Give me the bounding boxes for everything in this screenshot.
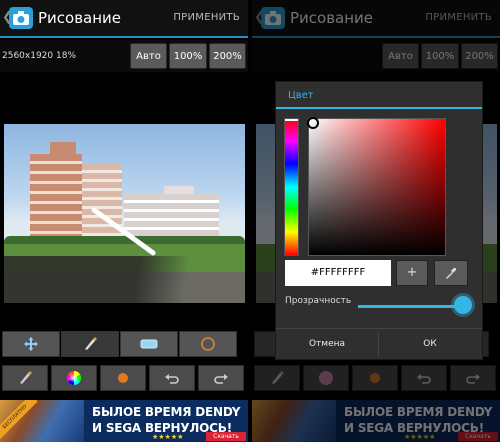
move-tool-button[interactable]	[2, 331, 60, 357]
drawing-canvas[interactable]	[4, 124, 245, 303]
dialog-title: Цвет	[288, 90, 314, 101]
action-bar: ❮ Рисование ПРИМЕНИТЬ	[0, 0, 248, 36]
color-wheel-icon	[67, 371, 81, 385]
zoom-auto-button[interactable]: Авто	[130, 43, 167, 69]
brush-size-button[interactable]	[2, 365, 48, 391]
ad-headline-1: БЫЛОЕ ВРЕМЯ DENDY	[92, 405, 241, 419]
brush-tool-button[interactable]	[61, 331, 119, 357]
dialog-title-divider	[276, 107, 482, 109]
brush-size-icon	[20, 371, 32, 384]
opacity-slider-thumb[interactable]	[454, 296, 472, 314]
eyedropper-icon	[446, 267, 457, 279]
undo-button[interactable]	[149, 365, 195, 391]
brush-icon	[85, 337, 97, 350]
hex-color-field[interactable]: #FFFFFFFF	[285, 260, 391, 286]
action-bar-divider	[0, 36, 248, 38]
photo-building	[30, 154, 82, 249]
dialog-buttons: Отмена ОК	[276, 328, 482, 360]
color-cursor[interactable]	[307, 117, 319, 129]
brush-dot-icon	[118, 373, 128, 383]
option-row	[0, 365, 248, 391]
color-picker-button[interactable]	[51, 365, 97, 391]
shape-tool-button[interactable]	[179, 331, 237, 357]
drawing-screen: ❮ Рисование ПРИМЕНИТЬ 2560x1920 18% Авто…	[0, 0, 248, 442]
tool-row	[0, 331, 248, 357]
color-dialog-screen: ❮ Рисование ПРИМЕНИТЬ Авто 100% 200%	[252, 0, 500, 442]
app-title: Рисование	[38, 9, 122, 27]
ok-button[interactable]: ОК	[379, 329, 481, 360]
brush-preview-button[interactable]	[100, 365, 146, 391]
redo-button[interactable]	[198, 365, 244, 391]
redo-icon	[214, 374, 228, 384]
photo-shadow	[4, 256, 245, 303]
add-color-button[interactable]: +	[396, 260, 428, 286]
opacity-label: Прозрачность	[285, 296, 352, 306]
apply-button[interactable]: ПРИМЕНИТЬ	[173, 12, 240, 23]
zoom-100-button[interactable]: 100%	[169, 43, 207, 69]
eraser-tool-button[interactable]	[120, 331, 178, 357]
camera-icon[interactable]	[9, 7, 33, 29]
move-icon	[24, 337, 38, 351]
ad-download-button[interactable]: Скачать	[206, 432, 246, 441]
saturation-value-picker[interactable]	[307, 117, 446, 256]
ad-rating: ★★★★★	[152, 433, 184, 441]
zoom-bar: 2560x1920 18% Авто 100% 200%	[0, 40, 248, 72]
hue-marker[interactable]	[285, 119, 298, 121]
color-dialog: Цвет #FFFFFFFF + Прозрачность Отмена ОК	[275, 81, 483, 360]
ad-banner[interactable]: БЕСПЛАТНО БЫЛОЕ ВРЕМЯ DENDY И SEGA ВЕРНУ…	[0, 400, 248, 442]
hue-slider[interactable]	[284, 118, 299, 256]
image-size-zoom-info: 2560x1920 18%	[2, 51, 76, 61]
eraser-icon	[140, 339, 158, 349]
circle-icon	[201, 337, 215, 351]
eyedropper-button[interactable]	[434, 260, 468, 286]
cancel-button[interactable]: Отмена	[276, 329, 378, 360]
zoom-200-button[interactable]: 200%	[209, 43, 246, 69]
undo-icon	[165, 374, 179, 384]
